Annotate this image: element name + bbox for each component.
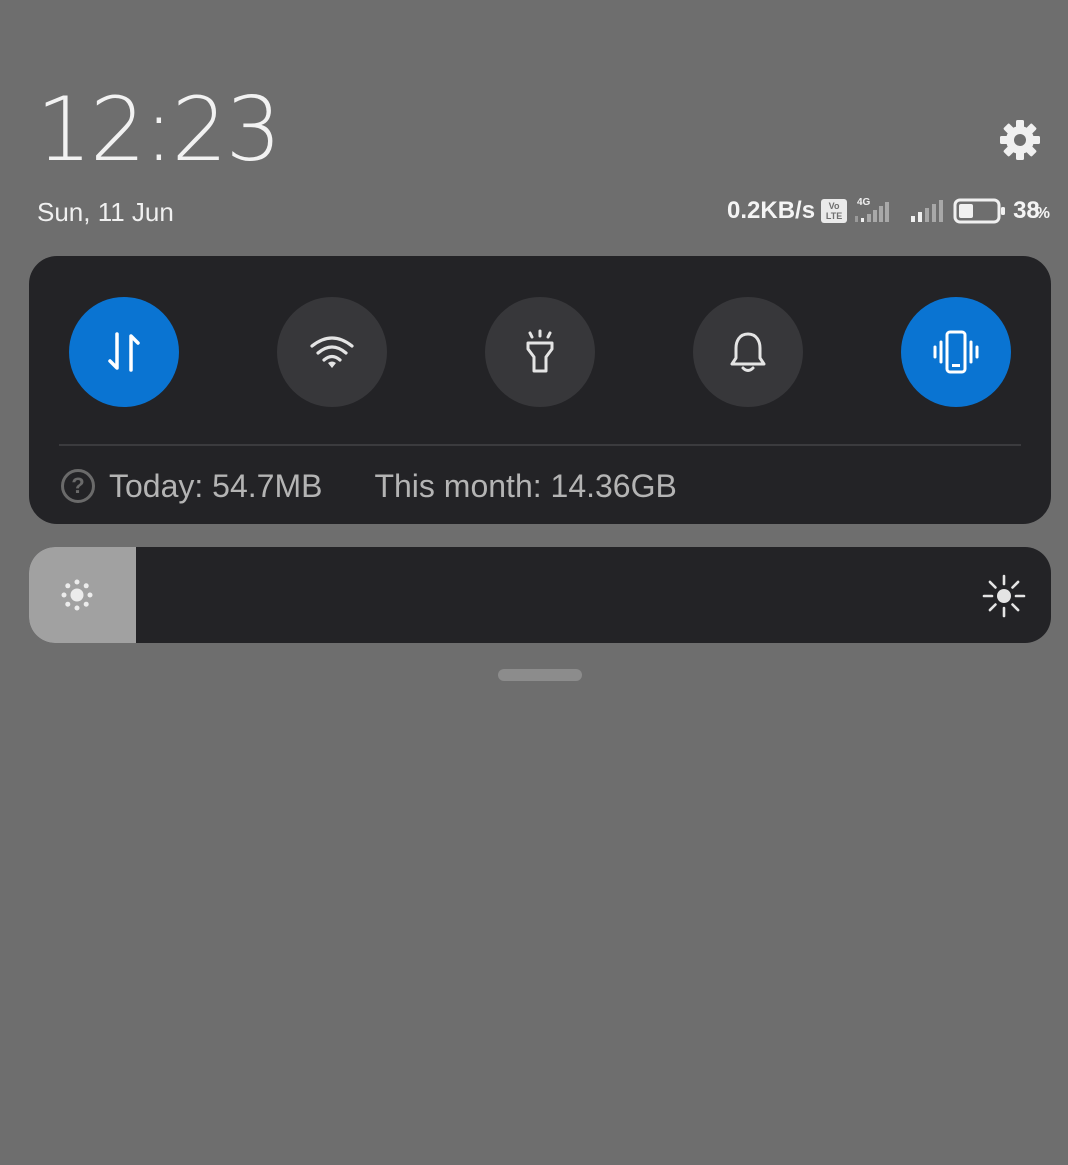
sun-dim-icon <box>61 579 93 611</box>
signal-icon <box>911 200 944 222</box>
battery-icon <box>953 198 1006 224</box>
bell-icon <box>730 332 766 372</box>
wifi-toggle[interactable] <box>277 297 387 407</box>
date-label[interactable]: Sun, 11 Jun <box>37 197 174 228</box>
status-bar: 0.2KB/s Vo LTE 4G 38% <box>727 194 1050 228</box>
brightness-slider[interactable] <box>29 547 1051 643</box>
vibrate-toggle[interactable] <box>901 297 1011 407</box>
vibrate-icon <box>933 330 979 374</box>
battery-percent: 38% <box>1013 197 1050 224</box>
volte-bottom-label: LTE <box>825 211 843 221</box>
panel-divider <box>59 444 1021 446</box>
volte-top-label: Vo <box>828 201 840 211</box>
clock-time: 12:23 <box>36 78 282 181</box>
volte-icon: Vo LTE <box>821 199 848 223</box>
gear-icon[interactable] <box>998 118 1042 162</box>
data-usage-today: Today: 54.7MB <box>109 467 323 504</box>
data-usage-month: This month: 14.36GB <box>374 467 677 504</box>
mobile-data-toggle[interactable] <box>69 297 179 407</box>
data-usage-row[interactable]: ? Today: 54.7MB This month: 14.36GB <box>61 464 677 508</box>
data-transfer-icon <box>108 332 140 372</box>
flashlight-toggle[interactable] <box>485 297 595 407</box>
sound-toggle[interactable] <box>693 297 803 407</box>
wifi-icon <box>310 336 354 368</box>
flashlight-icon <box>526 329 554 373</box>
help-icon[interactable]: ? <box>61 469 95 503</box>
drag-handle[interactable] <box>498 669 582 681</box>
sun-bright-icon <box>982 574 1026 618</box>
quick-settings-panel: ? Today: 54.7MB This month: 14.36GB <box>29 256 1051 524</box>
network-speed: 0.2KB/s <box>727 197 816 224</box>
network-type-label: 4G <box>857 197 871 208</box>
signal-4g-icon: 4G <box>855 197 890 222</box>
